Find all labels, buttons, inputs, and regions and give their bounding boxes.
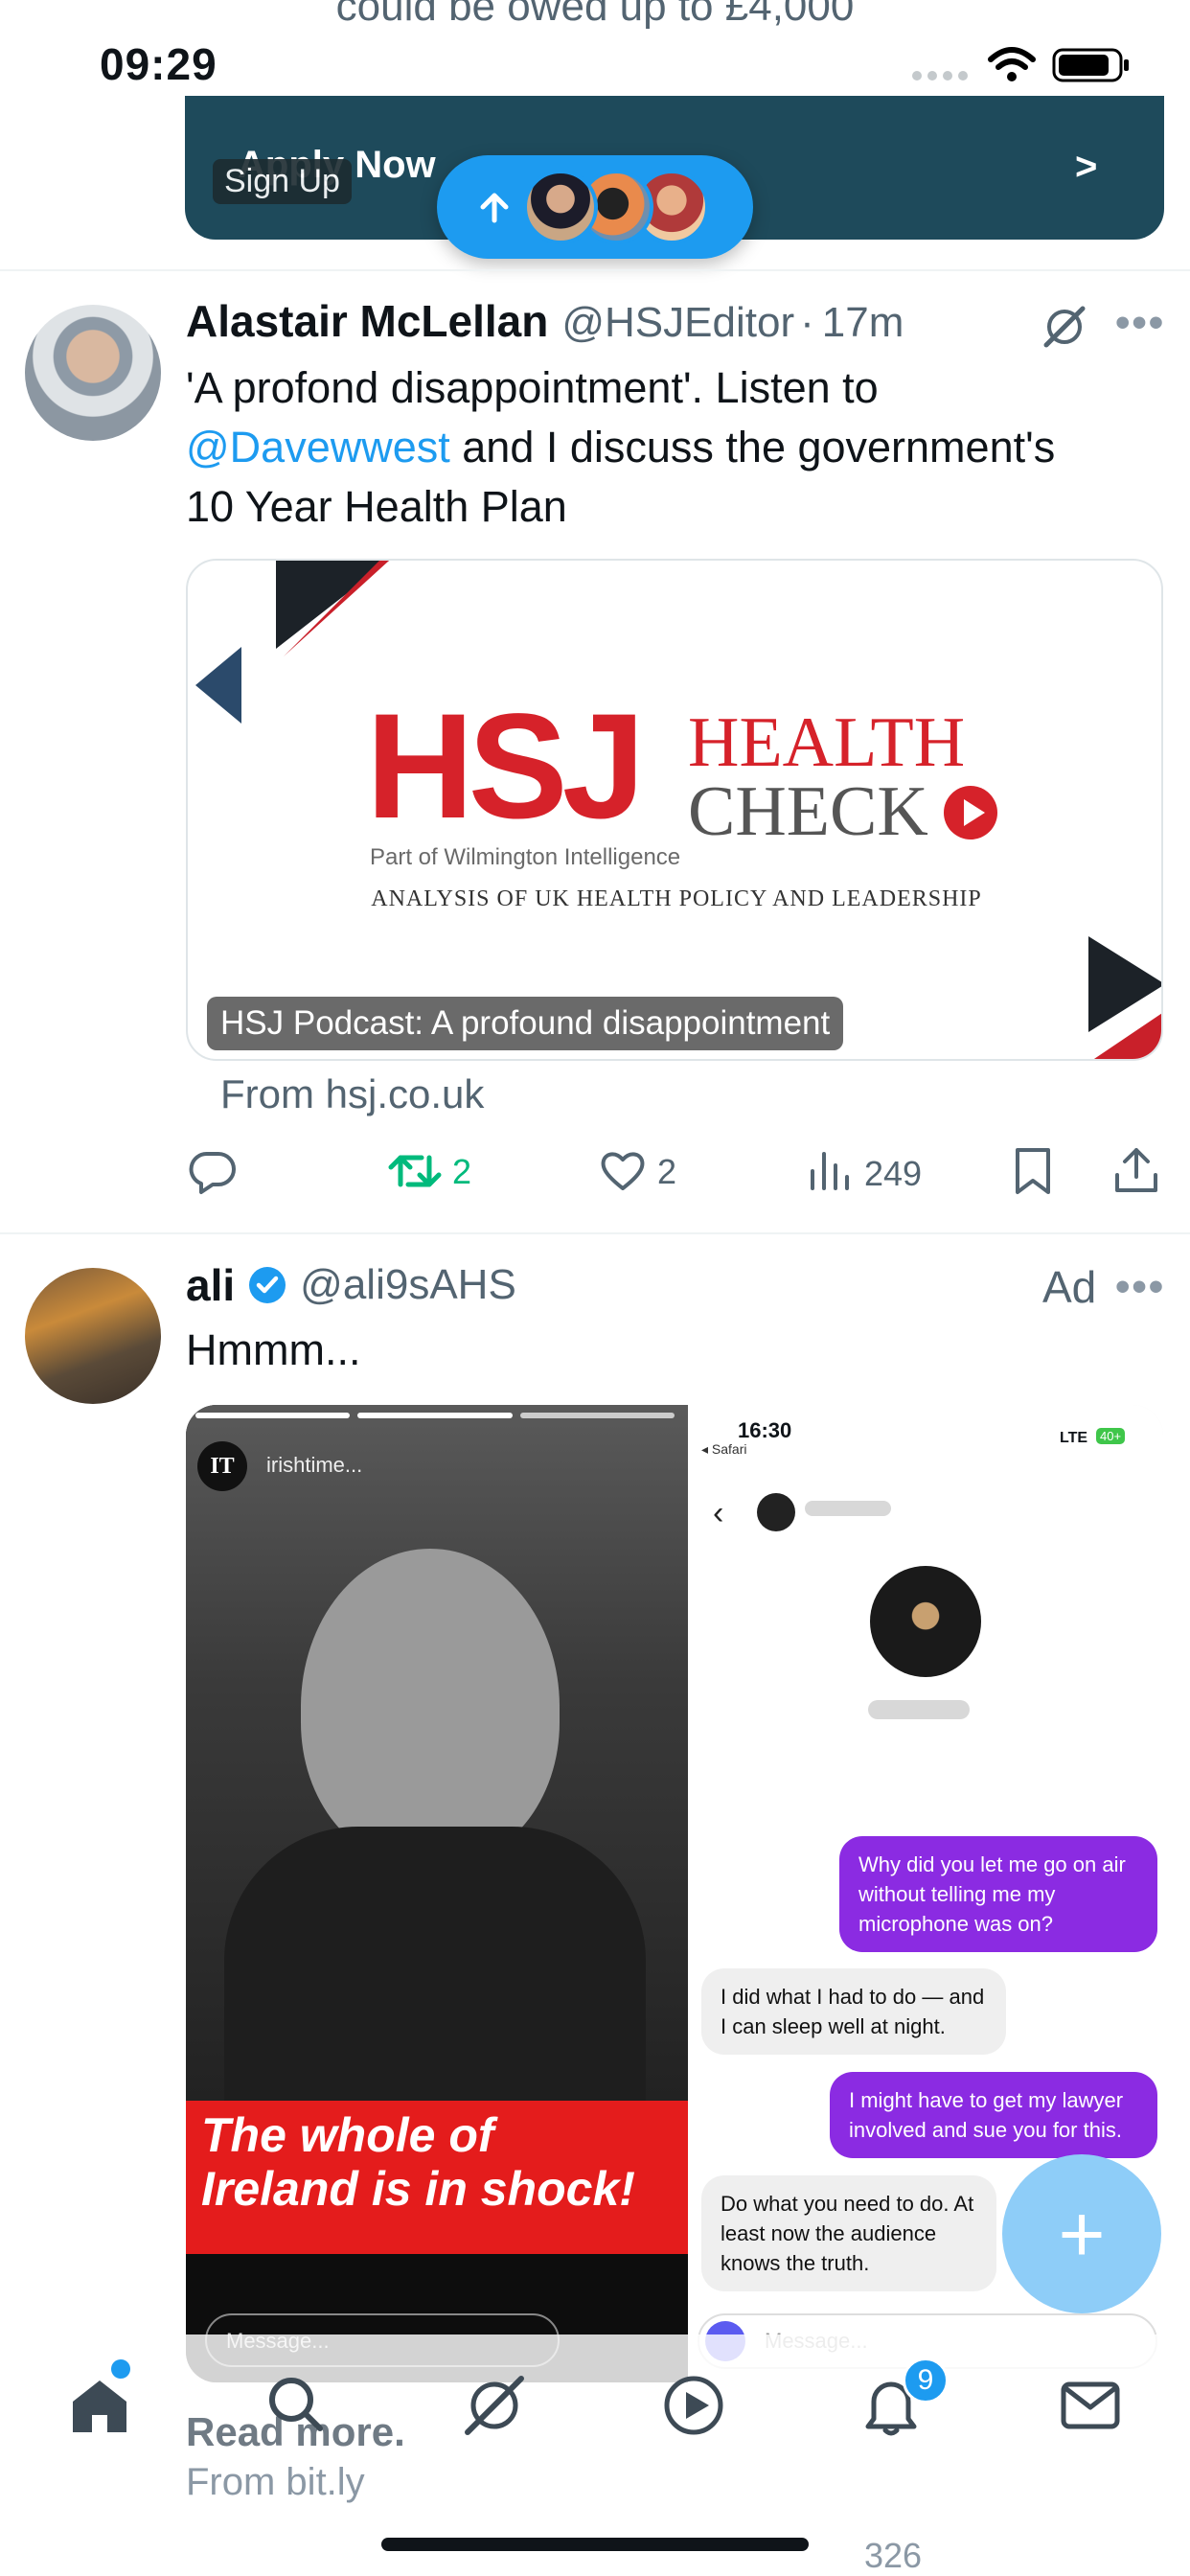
sign-up-button[interactable]: Sign Up <box>213 159 352 204</box>
repost-count[interactable]: 2 <box>452 1152 471 1192</box>
avatar[interactable] <box>25 1268 161 1404</box>
repost-icon[interactable] <box>387 1146 443 1196</box>
part-of-text: Part of Wilmington Intelligence <box>370 844 681 870</box>
wifi-icon <box>988 47 1036 81</box>
redacted-name <box>805 1501 891 1516</box>
home-indicator <box>381 2538 809 2551</box>
messages-icon[interactable] <box>1056 2371 1125 2440</box>
tweet-text-part: and I discuss the government's <box>449 423 1056 472</box>
compose-button[interactable]: + <box>1002 2154 1161 2313</box>
hsj-logo: HSJ <box>366 683 645 850</box>
play-icon <box>944 786 997 840</box>
link-domain[interactable]: From bit.ly <box>186 2461 365 2504</box>
story-headline: The whole of Ireland is in shock! <box>201 2108 680 2216</box>
divider <box>0 1232 1190 1234</box>
tweet-text: Hmmm... <box>186 1325 361 1374</box>
mention-link[interactable]: @Davewwest <box>186 423 450 472</box>
phone-back-app: ◂ Safari <box>701 1441 747 1457</box>
display-name[interactable]: Alastair McLellan <box>186 295 548 347</box>
arrow-up-icon <box>480 193 509 223</box>
link-card[interactable]: HSJ HEALTH CHECK Part of Wilmington Inte… <box>186 559 1163 1061</box>
phone-network: LTE <box>1060 1430 1088 1446</box>
more-options-icon[interactable]: ••• <box>1115 299 1165 347</box>
chat-bubble: Why did you let me go on air without tel… <box>839 1836 1157 1952</box>
more-options-icon[interactable]: ••• <box>1115 1263 1165 1311</box>
ad-text-peek: could be owed up to £4,000 <box>335 0 855 30</box>
back-chevron-icon: ‹ <box>713 1495 724 1531</box>
story-account: irishtime... <box>266 1453 363 1477</box>
status-time: 09:29 <box>100 39 217 89</box>
tweet-text: 'A profond disappointment'. Listen to @D… <box>186 358 1163 537</box>
chat-bubble: Do what you need to do. At least now the… <box>701 2175 996 2291</box>
chat-bubble: I did what I had to do — and I can sleep… <box>701 1968 1006 2055</box>
user-handle[interactable]: @ali9sAHS <box>300 1261 516 1309</box>
verified-badge-icon <box>249 1267 286 1303</box>
tweet-text-part: 'A profond disappointment'. Listen to <box>186 363 879 412</box>
chat-bubble: I might have to get my lawyer involved a… <box>830 2072 1157 2158</box>
avatar[interactable] <box>25 305 161 441</box>
card-caption: HSJ Podcast: A profound disappointment <box>207 997 844 1050</box>
display-name[interactable]: ali <box>186 1259 235 1311</box>
phone-time: 16:30 <box>738 1418 792 1442</box>
story-screenshot: IT irishtime... The whole of Ireland is … <box>186 1405 688 2382</box>
like-count[interactable]: 2 <box>657 1152 676 1192</box>
ad-label: Ad <box>1042 1262 1097 1312</box>
notifications-badge: 9 <box>903 2358 949 2404</box>
link-domain[interactable]: From hsj.co.uk <box>220 1071 484 1117</box>
avatar <box>870 1566 981 1677</box>
bookmark-icon[interactable] <box>1012 1146 1054 1196</box>
headline-line: Ireland is in shock! <box>201 2162 635 2216</box>
views-icon[interactable] <box>807 1146 851 1196</box>
headline-line: The whole of <box>201 2108 494 2162</box>
card-decoration <box>195 561 1161 1059</box>
like-icon[interactable] <box>598 1146 648 1196</box>
reply-icon[interactable] <box>188 1146 238 1196</box>
redacted-name <box>868 1700 970 1719</box>
phone-battery: 40+ <box>1096 1428 1126 1444</box>
search-icon[interactable] <box>261 2371 330 2440</box>
avatar <box>523 170 598 244</box>
timestamp: 17m <box>821 299 904 346</box>
battery-icon <box>1052 48 1129 82</box>
tweet-text-part: 10 Year Health Plan <box>186 482 567 531</box>
grok-icon[interactable] <box>1041 303 1088 351</box>
promo-arrow[interactable]: > <box>1075 146 1097 189</box>
brand-health: HEALTH <box>688 703 966 782</box>
avatar <box>757 1493 795 1531</box>
grok-icon[interactable] <box>460 2371 529 2440</box>
card-subtitle: ANALYSIS OF UK HEALTH POLICY AND LEADERS… <box>371 886 982 911</box>
video-icon[interactable] <box>659 2371 728 2440</box>
story-logo: IT <box>197 1441 247 1491</box>
view-count[interactable]: 249 <box>864 1154 922 1194</box>
brand-check: CHECK <box>688 772 928 851</box>
cellular-signal-icon <box>912 71 970 80</box>
user-handle[interactable]: @HSJEditor <box>561 299 794 347</box>
new-posts-pill[interactable] <box>437 155 753 259</box>
separator: · <box>800 299 814 346</box>
view-count[interactable]: 326 <box>864 2536 922 2576</box>
share-icon[interactable] <box>1111 1144 1161 1196</box>
home-icon[interactable] <box>65 2371 134 2440</box>
divider <box>0 269 1190 271</box>
